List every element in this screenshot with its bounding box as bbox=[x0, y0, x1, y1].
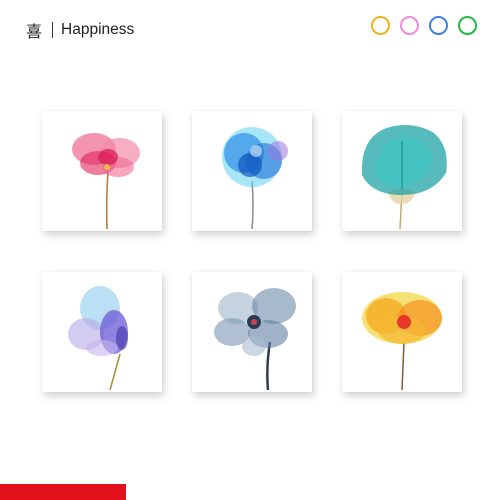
accent-bar bbox=[0, 484, 126, 500]
title-english: Happiness bbox=[61, 21, 135, 38]
color-options bbox=[371, 16, 477, 35]
page-header: 喜 Happiness bbox=[26, 18, 134, 42]
artwork-card-orange[interactable] bbox=[342, 272, 462, 392]
color-option-green[interactable] bbox=[458, 16, 477, 35]
orange-watercolor-flower bbox=[362, 292, 442, 391]
purple-watercolor-flower bbox=[68, 286, 128, 391]
title-chinese: 喜 bbox=[26, 22, 43, 41]
artwork-card-teal[interactable] bbox=[342, 111, 462, 231]
artwork-card-purple[interactable] bbox=[42, 272, 162, 392]
color-option-pink[interactable] bbox=[400, 16, 419, 35]
artwork-card-slate[interactable] bbox=[192, 272, 312, 392]
color-option-blue[interactable] bbox=[429, 16, 448, 35]
title-divider bbox=[52, 22, 54, 38]
artwork-card-pink[interactable] bbox=[42, 111, 162, 231]
blue-watercolor-flower bbox=[222, 127, 288, 230]
teal-watercolor-flower bbox=[361, 125, 447, 230]
slate-watercolor-flower bbox=[214, 288, 296, 391]
color-option-yellow[interactable] bbox=[371, 16, 390, 35]
artwork-card-blue[interactable] bbox=[192, 111, 312, 231]
pink-watercolor-flower bbox=[72, 133, 140, 230]
